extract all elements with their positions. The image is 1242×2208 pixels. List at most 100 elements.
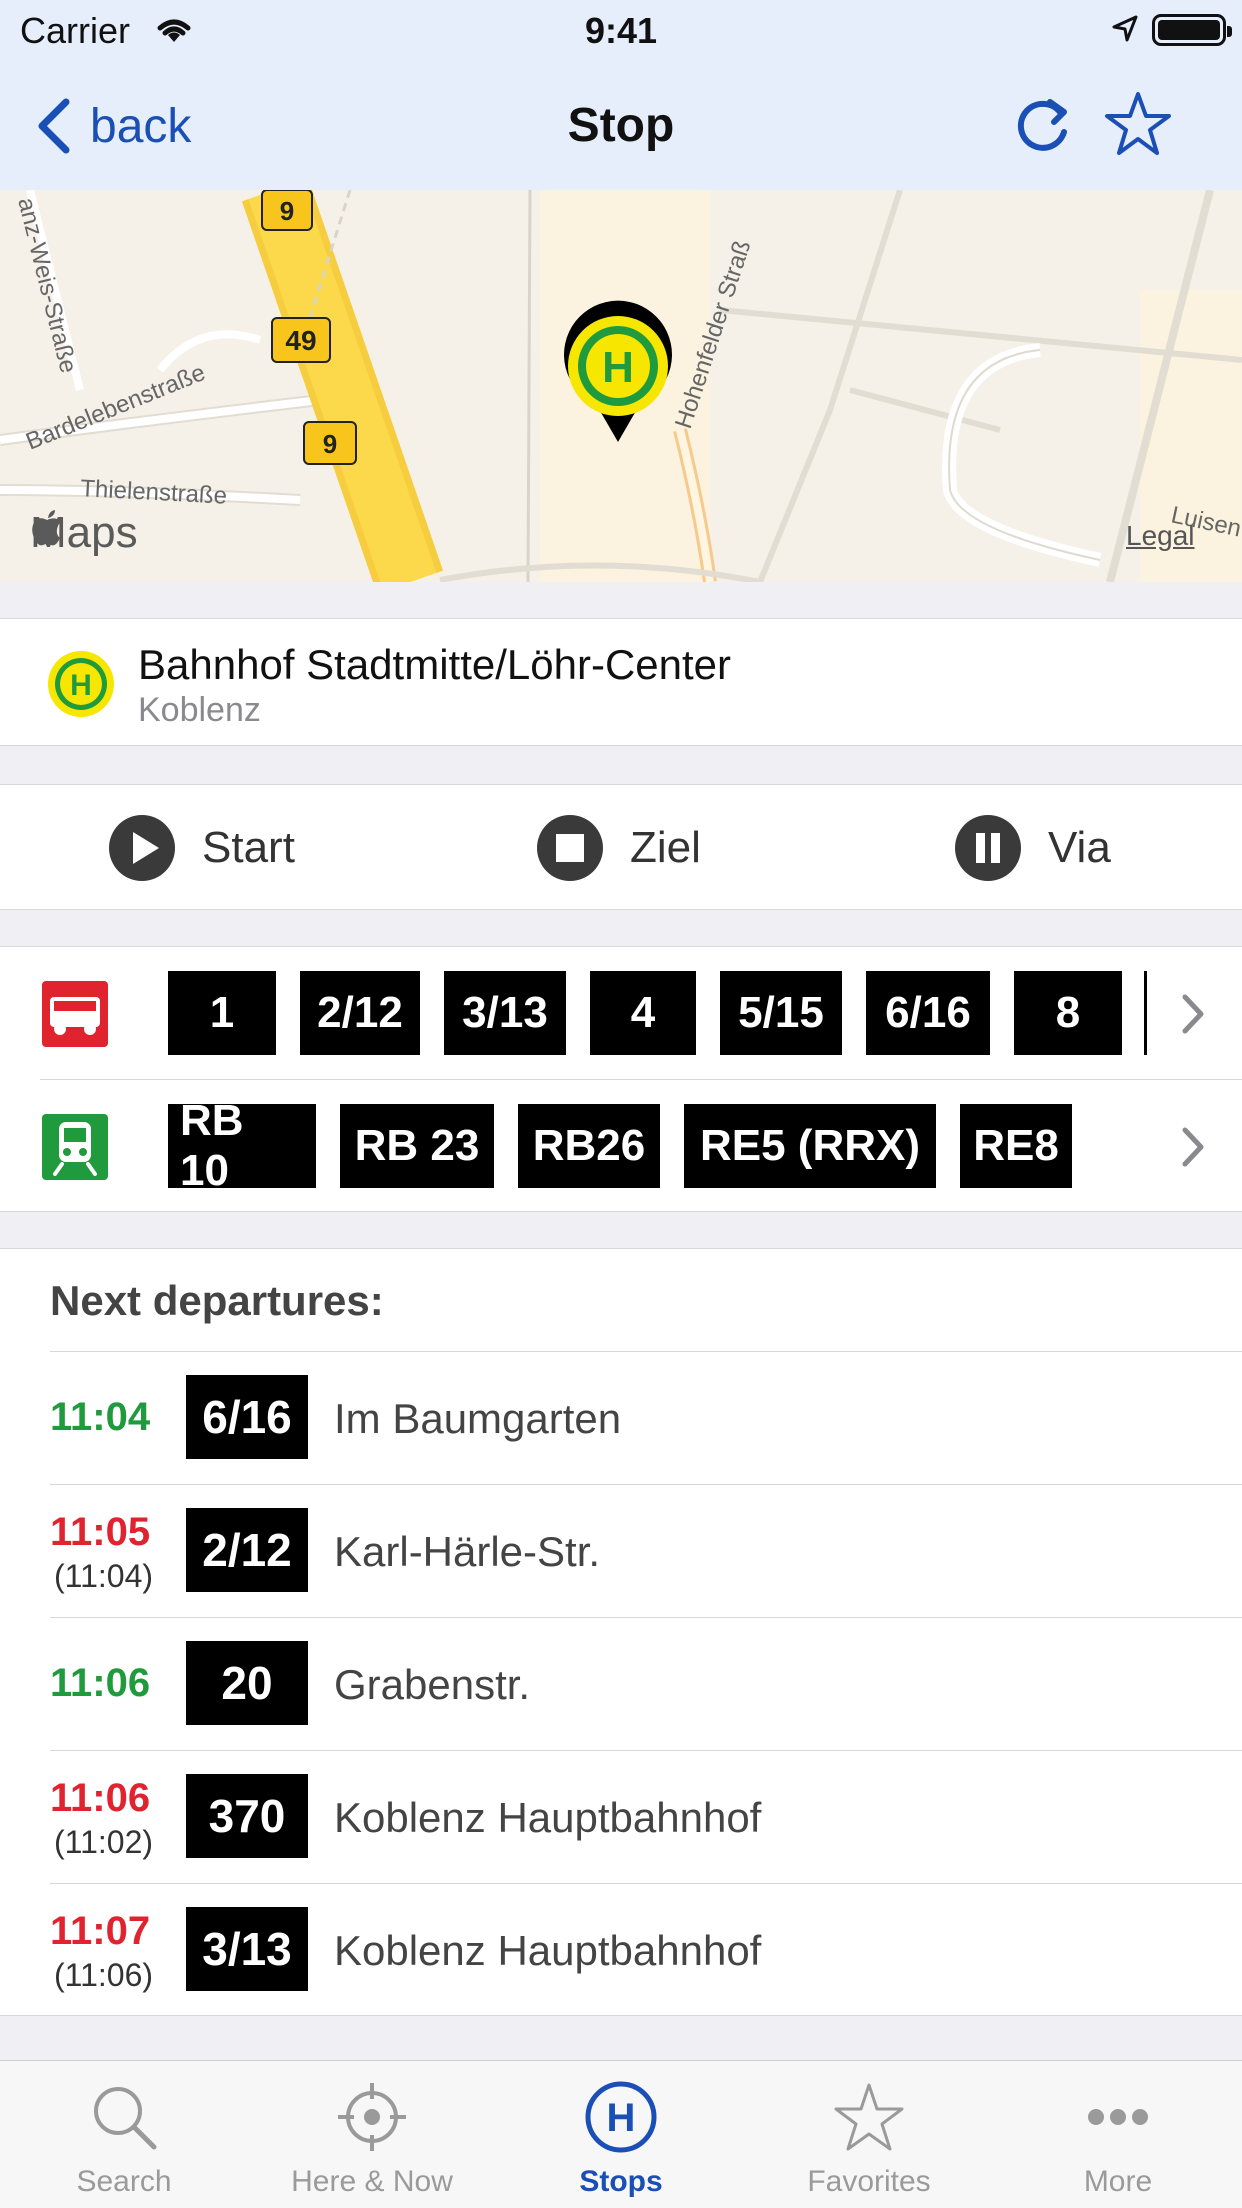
scheduled-time: (11:06) — [54, 1957, 154, 1993]
road-shield-9-bottom: 9 — [303, 421, 357, 465]
legal-link[interactable]: Legal — [1126, 520, 1195, 552]
tab-label: More — [1083, 2165, 1153, 2198]
departure-destination: Karl-Härle-Str. — [334, 1528, 601, 1575]
train-line-chips: RB 10 RB 23 RB26 RE5 (RRX) RE8 — [168, 1096, 1096, 1195]
battery-icon — [1152, 14, 1232, 46]
line-chip[interactable]: RE5 (RRX) — [684, 1104, 936, 1188]
stop-h-badge-icon: H — [48, 651, 114, 717]
line-chip[interactable]: 5/15 — [720, 971, 842, 1055]
stop-name: Bahnhof Stadtmitte/Löhr-Center — [138, 641, 732, 688]
status-bar: Carrier 9:41 — [0, 0, 1242, 62]
star-icon — [834, 2083, 904, 2151]
departure-time: 11:05 — [50, 1510, 151, 1554]
route-actions: Start Ziel Via — [0, 784, 1242, 910]
start-label: Start — [202, 823, 295, 872]
map-view[interactable]: 9 49 9 anz-Weis-Straße Bardelebenstraße … — [0, 190, 1242, 582]
location-arrow-icon — [1112, 15, 1138, 42]
svg-text:H: H — [70, 669, 92, 702]
departure-line-badge: 3/13 — [186, 1907, 308, 1991]
bus-line-chips: 1 2/12 3/13 4 5/15 6/16 8 — [168, 971, 1146, 1055]
refresh-button[interactable] — [1010, 92, 1074, 156]
svg-text:H: H — [607, 2096, 636, 2140]
tab-favorites[interactable]: Favorites — [745, 2061, 993, 2208]
departure-time: 11:06 — [50, 1661, 151, 1705]
departures-card: Next departures: 11:04 6/16 Im Baumgarte… — [0, 1248, 1242, 2016]
departure-row[interactable]: 11:05 (11:04) 2/12 Karl-Härle-Str. — [0, 1484, 1242, 1617]
departure-row[interactable]: 11:07 (11:06) 3/13 Koblenz Hauptbahnhof — [0, 1883, 1242, 2016]
line-chip[interactable]: RB 10 — [168, 1096, 316, 1195]
tab-bar: Search Here & Now H Stops Favorites More — [0, 2060, 1242, 2208]
departure-line-badge: 20 — [186, 1641, 308, 1725]
train-icon — [42, 1114, 108, 1180]
row-divider — [50, 1484, 1242, 1485]
stop-info-card: H Bahnhof Stadtmitte/Löhr-Center Koblenz — [0, 618, 1242, 746]
line-chip[interactable]: 1 — [168, 971, 276, 1055]
chips-overflow-edge — [1144, 971, 1147, 1055]
departure-row[interactable]: 11:06 (11:02) 370 Koblenz Hauptbahnhof — [0, 1750, 1242, 1883]
apple-logo-icon — [32, 510, 61, 546]
chevron-right-icon[interactable] — [1180, 993, 1206, 1035]
row-divider — [50, 1883, 1242, 1884]
tab-label: Search — [76, 2165, 172, 2198]
line-chip[interactable]: RB26 — [518, 1104, 660, 1188]
more-icon — [1088, 2109, 1148, 2125]
road-shield-label: 49 — [285, 325, 316, 356]
line-chip[interactable]: 2/12 — [300, 971, 420, 1055]
via-button[interactable]: Via — [954, 813, 1111, 883]
scheduled-time: (11:02) — [54, 1824, 154, 1860]
destination-button[interactable]: Ziel — [536, 813, 701, 883]
tab-label: Here & Now — [291, 2165, 453, 2198]
row-divider — [50, 1750, 1242, 1751]
lines-card: 1 2/12 3/13 4 5/15 6/16 8 RB 10 RB 23 RB… — [0, 946, 1242, 1212]
bus-icon — [42, 981, 108, 1047]
stop-square-icon — [537, 815, 603, 881]
departure-time: 11:04 — [50, 1395, 151, 1439]
crosshair-icon — [338, 2083, 406, 2151]
tab-stops[interactable]: H Stops — [497, 2061, 745, 2208]
tab-search[interactable]: Search — [0, 2061, 248, 2208]
tab-label: Favorites — [807, 2165, 931, 2198]
row-divider — [50, 1351, 1242, 1352]
stop-city: Koblenz — [138, 691, 261, 729]
apple-maps-logo: Maps — [30, 508, 138, 558]
svg-text:H: H — [602, 343, 634, 392]
departure-line-badge: 370 — [186, 1774, 308, 1858]
departure-destination: Koblenz Hauptbahnhof — [334, 1794, 762, 1841]
line-chip[interactable]: RB 23 — [340, 1104, 494, 1188]
tab-here-now[interactable]: Here & Now — [248, 2061, 496, 2208]
row-divider — [50, 1617, 1242, 1618]
departure-destination: Im Baumgarten — [334, 1395, 622, 1442]
departure-line-badge: 2/12 — [186, 1508, 308, 1592]
line-chip[interactable]: 3/13 — [444, 971, 566, 1055]
departure-row[interactable]: 11:06 20 Grabenstr. — [0, 1617, 1242, 1750]
stop-h-icon: H — [585, 2081, 657, 2153]
line-chip[interactable]: 4 — [590, 971, 696, 1055]
departure-row[interactable]: 11:04 6/16 Im Baumgarten — [0, 1351, 1242, 1484]
via-label: Via — [1048, 823, 1111, 872]
bus-lines-row[interactable]: 1 2/12 3/13 4 5/15 6/16 8 — [0, 947, 1242, 1079]
departure-time: 11:07 — [50, 1909, 151, 1953]
road-shield-9-top: 9 — [261, 190, 313, 231]
search-icon — [94, 2087, 157, 2150]
departure-time: 11:06 — [50, 1776, 151, 1820]
line-chip[interactable]: 6/16 — [866, 971, 990, 1055]
departure-line-badge: 6/16 — [186, 1375, 308, 1459]
favorite-star-button[interactable] — [1104, 90, 1172, 158]
line-chip[interactable]: RE8 — [960, 1104, 1072, 1188]
status-time: 9:41 — [584, 10, 658, 51]
road-shield-label: 9 — [323, 429, 337, 459]
train-lines-row[interactable]: RB 10 RB 23 RB26 RE5 (RRX) RE8 — [40, 1079, 1242, 1211]
departure-destination: Grabenstr. — [334, 1661, 531, 1708]
scheduled-time: (11:04) — [54, 1558, 154, 1594]
top-bar: Carrier 9:41 back Stop — [0, 0, 1242, 190]
destination-label: Ziel — [630, 823, 701, 872]
departure-destination: Koblenz Hauptbahnhof — [334, 1927, 762, 1974]
road-shield-49: 49 — [271, 317, 331, 363]
map-canvas: 9 49 9 anz-Weis-Straße Bardelebenstraße … — [0, 190, 1242, 582]
tab-more[interactable]: More — [994, 2061, 1242, 2208]
line-chip[interactable]: 8 — [1014, 971, 1122, 1055]
pause-icon — [955, 815, 1021, 881]
tab-label: Stops — [579, 2165, 663, 2198]
start-button[interactable]: Start — [108, 813, 295, 883]
chevron-right-icon[interactable] — [1180, 1126, 1206, 1168]
